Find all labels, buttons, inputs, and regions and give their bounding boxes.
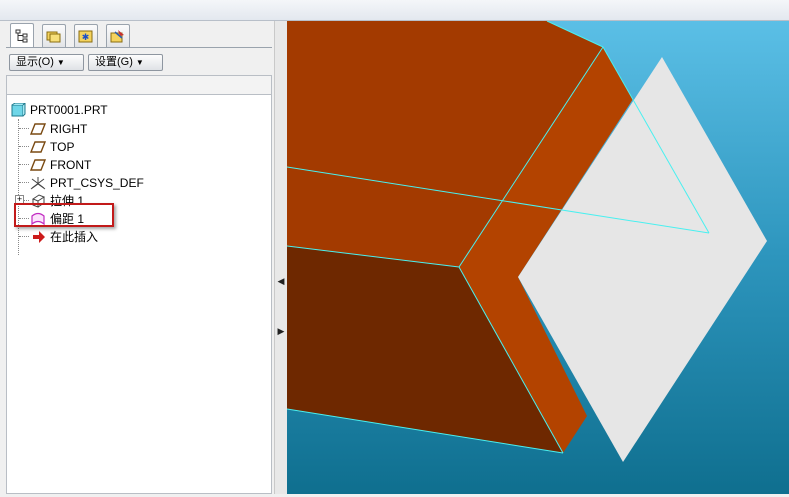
tree-column-header: [6, 75, 272, 95]
tab-divider: [6, 47, 272, 48]
tree-item-label: TOP: [50, 139, 75, 154]
tree-connector: [19, 182, 29, 183]
connections-icon: [110, 30, 124, 43]
tab-favorites[interactable]: ✱: [74, 24, 98, 47]
tree-connector: [19, 128, 29, 129]
graphics-viewport[interactable]: [286, 20, 789, 494]
navigator-panel: ✱ 显示(O) ▼ 设置(G) ▼ PRT0001.PRT RIGHT TOP …: [0, 21, 274, 494]
datum-plane-icon: [30, 158, 46, 171]
tree-connector: [19, 164, 29, 165]
settings-dropdown-button[interactable]: 设置(G) ▼: [88, 54, 163, 71]
tree-root-label: PRT0001.PRT: [30, 102, 108, 117]
datum-plane-icon: [30, 140, 46, 153]
tree-root-node[interactable]: PRT0001.PRT: [10, 101, 108, 118]
tree-connector: [18, 119, 19, 255]
model-tree-icon: [15, 29, 28, 43]
tree-connector: [19, 146, 29, 147]
tree-item-insert-here[interactable]: 在此插入: [30, 228, 98, 245]
chevron-down-icon: ▼: [56, 58, 65, 67]
favorites-icon: ✱: [78, 30, 93, 43]
tree-item-right[interactable]: RIGHT: [30, 120, 87, 137]
tree-item-label: 在此插入: [50, 230, 99, 244]
tree-item-top[interactable]: TOP: [30, 138, 74, 155]
show-dropdown-label: 显示(O): [16, 56, 54, 68]
tree-item-label: PRT_CSYS_DEF: [50, 175, 144, 190]
svg-text:✱: ✱: [82, 32, 90, 42]
tab-connections[interactable]: [106, 24, 130, 47]
insert-here-arrow-icon: [33, 230, 45, 243]
tree-item-label: RIGHT: [50, 121, 88, 136]
expand-right-icon[interactable]: ▶: [276, 325, 286, 337]
window-top-bar: [0, 0, 789, 21]
tab-model-tree[interactable]: [10, 23, 34, 48]
tree-item-label: FRONT: [50, 157, 92, 172]
tree-connector: [19, 236, 29, 237]
tab-folder-browser[interactable]: [42, 24, 66, 47]
folder-browser-icon: [46, 31, 61, 43]
chevron-down-icon: ▼: [135, 58, 144, 67]
tree-item-front[interactable]: FRONT: [30, 156, 91, 173]
csys-icon: [30, 176, 46, 189]
model-tree: PRT0001.PRT RIGHT TOP FRONT PRT_CSYS_DEF: [6, 95, 272, 494]
show-dropdown-button[interactable]: 显示(O) ▼: [9, 54, 84, 71]
model-view: [286, 20, 789, 494]
selection-highlight-box: [14, 203, 114, 227]
datum-plane-icon: [30, 122, 46, 135]
panel-splitter[interactable]: ◀ ▶: [274, 21, 288, 494]
settings-dropdown-label: 设置(G): [95, 56, 133, 68]
tree-item-csys[interactable]: PRT_CSYS_DEF: [30, 174, 144, 191]
collapse-left-icon[interactable]: ◀: [276, 275, 286, 287]
part-icon: [11, 102, 26, 116]
